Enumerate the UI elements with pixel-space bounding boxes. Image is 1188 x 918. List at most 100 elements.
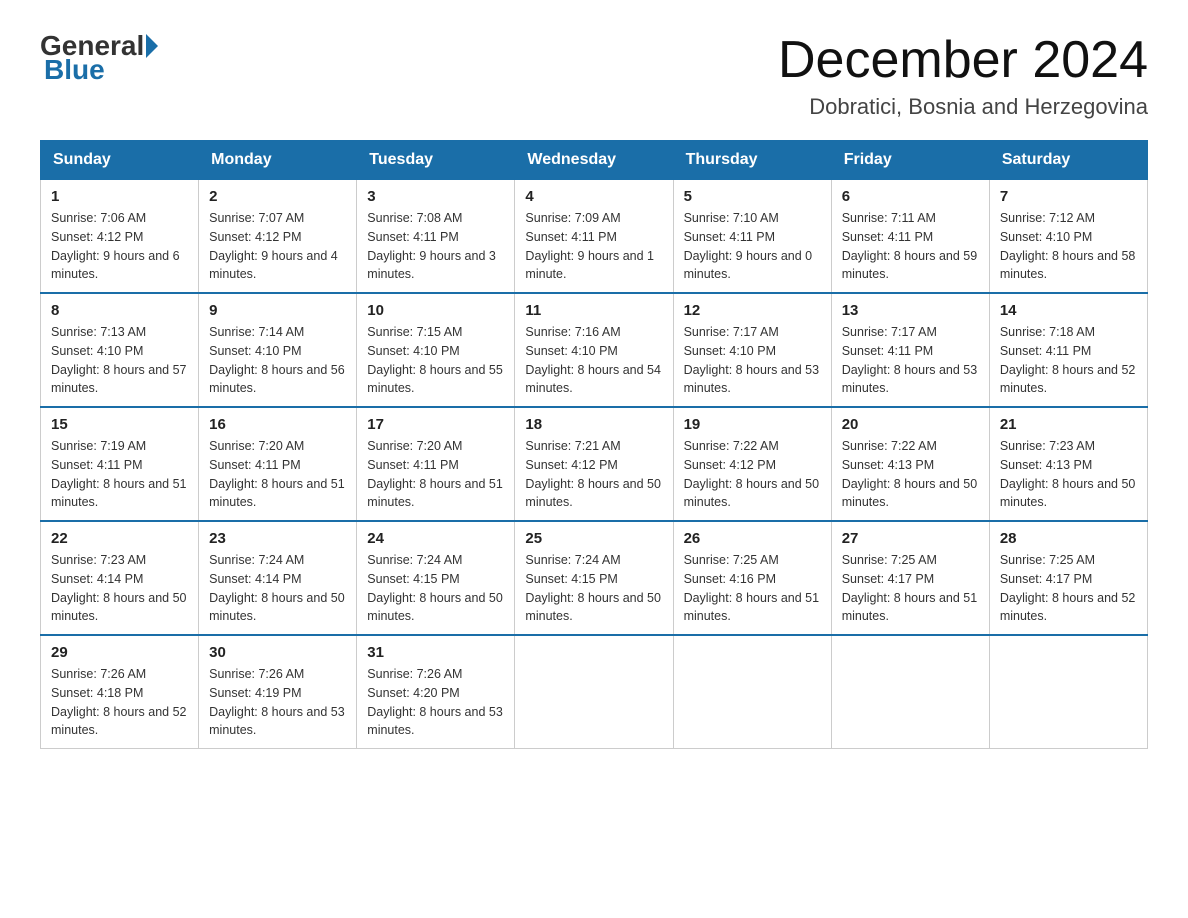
- calendar-week-row: 8 Sunrise: 7:13 AM Sunset: 4:10 PM Dayli…: [41, 293, 1148, 407]
- day-info: Sunrise: 7:20 AM Sunset: 4:11 PM Dayligh…: [209, 437, 346, 512]
- calendar-header-monday: Monday: [199, 141, 357, 180]
- day-info: Sunrise: 7:25 AM Sunset: 4:17 PM Dayligh…: [1000, 551, 1137, 626]
- calendar-day-cell: 5 Sunrise: 7:10 AM Sunset: 4:11 PM Dayli…: [673, 180, 831, 294]
- day-number: 15: [51, 416, 188, 433]
- day-number: 26: [684, 530, 821, 547]
- calendar-day-cell: 13 Sunrise: 7:17 AM Sunset: 4:11 PM Dayl…: [831, 293, 989, 407]
- day-number: 20: [842, 416, 979, 433]
- day-number: 19: [684, 416, 821, 433]
- day-number: 5: [684, 188, 821, 205]
- day-number: 16: [209, 416, 346, 433]
- calendar-day-cell: 1 Sunrise: 7:06 AM Sunset: 4:12 PM Dayli…: [41, 180, 199, 294]
- day-info: Sunrise: 7:14 AM Sunset: 4:10 PM Dayligh…: [209, 323, 346, 398]
- title-block: December 2024 Dobratici, Bosnia and Herz…: [778, 30, 1148, 120]
- calendar-day-cell: 9 Sunrise: 7:14 AM Sunset: 4:10 PM Dayli…: [199, 293, 357, 407]
- calendar-day-cell: [989, 635, 1147, 749]
- day-info: Sunrise: 7:25 AM Sunset: 4:17 PM Dayligh…: [842, 551, 979, 626]
- logo-blue-text: Blue: [44, 54, 105, 85]
- day-number: 7: [1000, 188, 1137, 205]
- day-info: Sunrise: 7:17 AM Sunset: 4:10 PM Dayligh…: [684, 323, 821, 398]
- day-info: Sunrise: 7:23 AM Sunset: 4:14 PM Dayligh…: [51, 551, 188, 626]
- day-info: Sunrise: 7:12 AM Sunset: 4:10 PM Dayligh…: [1000, 209, 1137, 284]
- day-number: 12: [684, 302, 821, 319]
- day-info: Sunrise: 7:08 AM Sunset: 4:11 PM Dayligh…: [367, 209, 504, 284]
- day-number: 27: [842, 530, 979, 547]
- day-info: Sunrise: 7:07 AM Sunset: 4:12 PM Dayligh…: [209, 209, 346, 284]
- calendar-day-cell: 14 Sunrise: 7:18 AM Sunset: 4:11 PM Dayl…: [989, 293, 1147, 407]
- day-number: 25: [525, 530, 662, 547]
- day-info: Sunrise: 7:17 AM Sunset: 4:11 PM Dayligh…: [842, 323, 979, 398]
- calendar-day-cell: [515, 635, 673, 749]
- day-number: 11: [525, 302, 662, 319]
- calendar-day-cell: 31 Sunrise: 7:26 AM Sunset: 4:20 PM Dayl…: [357, 635, 515, 749]
- day-info: Sunrise: 7:23 AM Sunset: 4:13 PM Dayligh…: [1000, 437, 1137, 512]
- calendar-day-cell: 10 Sunrise: 7:15 AM Sunset: 4:10 PM Dayl…: [357, 293, 515, 407]
- calendar-table: SundayMondayTuesdayWednesdayThursdayFrid…: [40, 140, 1148, 749]
- day-info: Sunrise: 7:16 AM Sunset: 4:10 PM Dayligh…: [525, 323, 662, 398]
- day-info: Sunrise: 7:21 AM Sunset: 4:12 PM Dayligh…: [525, 437, 662, 512]
- calendar-day-cell: 16 Sunrise: 7:20 AM Sunset: 4:11 PM Dayl…: [199, 407, 357, 521]
- calendar-day-cell: 29 Sunrise: 7:26 AM Sunset: 4:18 PM Dayl…: [41, 635, 199, 749]
- calendar-day-cell: 23 Sunrise: 7:24 AM Sunset: 4:14 PM Dayl…: [199, 521, 357, 635]
- calendar-day-cell: 24 Sunrise: 7:24 AM Sunset: 4:15 PM Dayl…: [357, 521, 515, 635]
- day-number: 6: [842, 188, 979, 205]
- day-number: 21: [1000, 416, 1137, 433]
- day-number: 28: [1000, 530, 1137, 547]
- calendar-day-cell: 22 Sunrise: 7:23 AM Sunset: 4:14 PM Dayl…: [41, 521, 199, 635]
- calendar-header-saturday: Saturday: [989, 141, 1147, 180]
- calendar-week-row: 15 Sunrise: 7:19 AM Sunset: 4:11 PM Dayl…: [41, 407, 1148, 521]
- day-info: Sunrise: 7:19 AM Sunset: 4:11 PM Dayligh…: [51, 437, 188, 512]
- day-number: 17: [367, 416, 504, 433]
- day-info: Sunrise: 7:11 AM Sunset: 4:11 PM Dayligh…: [842, 209, 979, 284]
- calendar-day-cell: 17 Sunrise: 7:20 AM Sunset: 4:11 PM Dayl…: [357, 407, 515, 521]
- calendar-day-cell: 21 Sunrise: 7:23 AM Sunset: 4:13 PM Dayl…: [989, 407, 1147, 521]
- calendar-day-cell: 15 Sunrise: 7:19 AM Sunset: 4:11 PM Dayl…: [41, 407, 199, 521]
- day-number: 4: [525, 188, 662, 205]
- calendar-day-cell: 7 Sunrise: 7:12 AM Sunset: 4:10 PM Dayli…: [989, 180, 1147, 294]
- day-info: Sunrise: 7:06 AM Sunset: 4:12 PM Dayligh…: [51, 209, 188, 284]
- day-number: 10: [367, 302, 504, 319]
- calendar-day-cell: 4 Sunrise: 7:09 AM Sunset: 4:11 PM Dayli…: [515, 180, 673, 294]
- calendar-day-cell: 18 Sunrise: 7:21 AM Sunset: 4:12 PM Dayl…: [515, 407, 673, 521]
- day-number: 14: [1000, 302, 1137, 319]
- day-info: Sunrise: 7:22 AM Sunset: 4:12 PM Dayligh…: [684, 437, 821, 512]
- calendar-day-cell: 25 Sunrise: 7:24 AM Sunset: 4:15 PM Dayl…: [515, 521, 673, 635]
- calendar-week-row: 22 Sunrise: 7:23 AM Sunset: 4:14 PM Dayl…: [41, 521, 1148, 635]
- calendar-day-cell: 19 Sunrise: 7:22 AM Sunset: 4:12 PM Dayl…: [673, 407, 831, 521]
- day-number: 23: [209, 530, 346, 547]
- calendar-week-row: 29 Sunrise: 7:26 AM Sunset: 4:18 PM Dayl…: [41, 635, 1148, 749]
- day-info: Sunrise: 7:26 AM Sunset: 4:18 PM Dayligh…: [51, 665, 188, 740]
- day-info: Sunrise: 7:18 AM Sunset: 4:11 PM Dayligh…: [1000, 323, 1137, 398]
- day-number: 22: [51, 530, 188, 547]
- calendar-header-friday: Friday: [831, 141, 989, 180]
- day-number: 1: [51, 188, 188, 205]
- day-info: Sunrise: 7:20 AM Sunset: 4:11 PM Dayligh…: [367, 437, 504, 512]
- day-info: Sunrise: 7:10 AM Sunset: 4:11 PM Dayligh…: [684, 209, 821, 284]
- location-title: Dobratici, Bosnia and Herzegovina: [778, 94, 1148, 120]
- day-info: Sunrise: 7:26 AM Sunset: 4:19 PM Dayligh…: [209, 665, 346, 740]
- calendar-day-cell: 2 Sunrise: 7:07 AM Sunset: 4:12 PM Dayli…: [199, 180, 357, 294]
- calendar-header-row: SundayMondayTuesdayWednesdayThursdayFrid…: [41, 141, 1148, 180]
- day-number: 8: [51, 302, 188, 319]
- calendar-day-cell: 11 Sunrise: 7:16 AM Sunset: 4:10 PM Dayl…: [515, 293, 673, 407]
- calendar-day-cell: 28 Sunrise: 7:25 AM Sunset: 4:17 PM Dayl…: [989, 521, 1147, 635]
- day-info: Sunrise: 7:22 AM Sunset: 4:13 PM Dayligh…: [842, 437, 979, 512]
- calendar-day-cell: 8 Sunrise: 7:13 AM Sunset: 4:10 PM Dayli…: [41, 293, 199, 407]
- calendar-day-cell: 20 Sunrise: 7:22 AM Sunset: 4:13 PM Dayl…: [831, 407, 989, 521]
- calendar-day-cell: 3 Sunrise: 7:08 AM Sunset: 4:11 PM Dayli…: [357, 180, 515, 294]
- calendar-week-row: 1 Sunrise: 7:06 AM Sunset: 4:12 PM Dayli…: [41, 180, 1148, 294]
- day-number: 29: [51, 644, 188, 661]
- day-info: Sunrise: 7:25 AM Sunset: 4:16 PM Dayligh…: [684, 551, 821, 626]
- calendar-header-wednesday: Wednesday: [515, 141, 673, 180]
- month-title: December 2024: [778, 30, 1148, 90]
- day-info: Sunrise: 7:15 AM Sunset: 4:10 PM Dayligh…: [367, 323, 504, 398]
- calendar-day-cell: 6 Sunrise: 7:11 AM Sunset: 4:11 PM Dayli…: [831, 180, 989, 294]
- logo-arrow-icon: [146, 34, 158, 58]
- calendar-header-tuesday: Tuesday: [357, 141, 515, 180]
- day-number: 24: [367, 530, 504, 547]
- day-info: Sunrise: 7:26 AM Sunset: 4:20 PM Dayligh…: [367, 665, 504, 740]
- day-number: 18: [525, 416, 662, 433]
- calendar-header-sunday: Sunday: [41, 141, 199, 180]
- day-info: Sunrise: 7:09 AM Sunset: 4:11 PM Dayligh…: [525, 209, 662, 284]
- day-info: Sunrise: 7:13 AM Sunset: 4:10 PM Dayligh…: [51, 323, 188, 398]
